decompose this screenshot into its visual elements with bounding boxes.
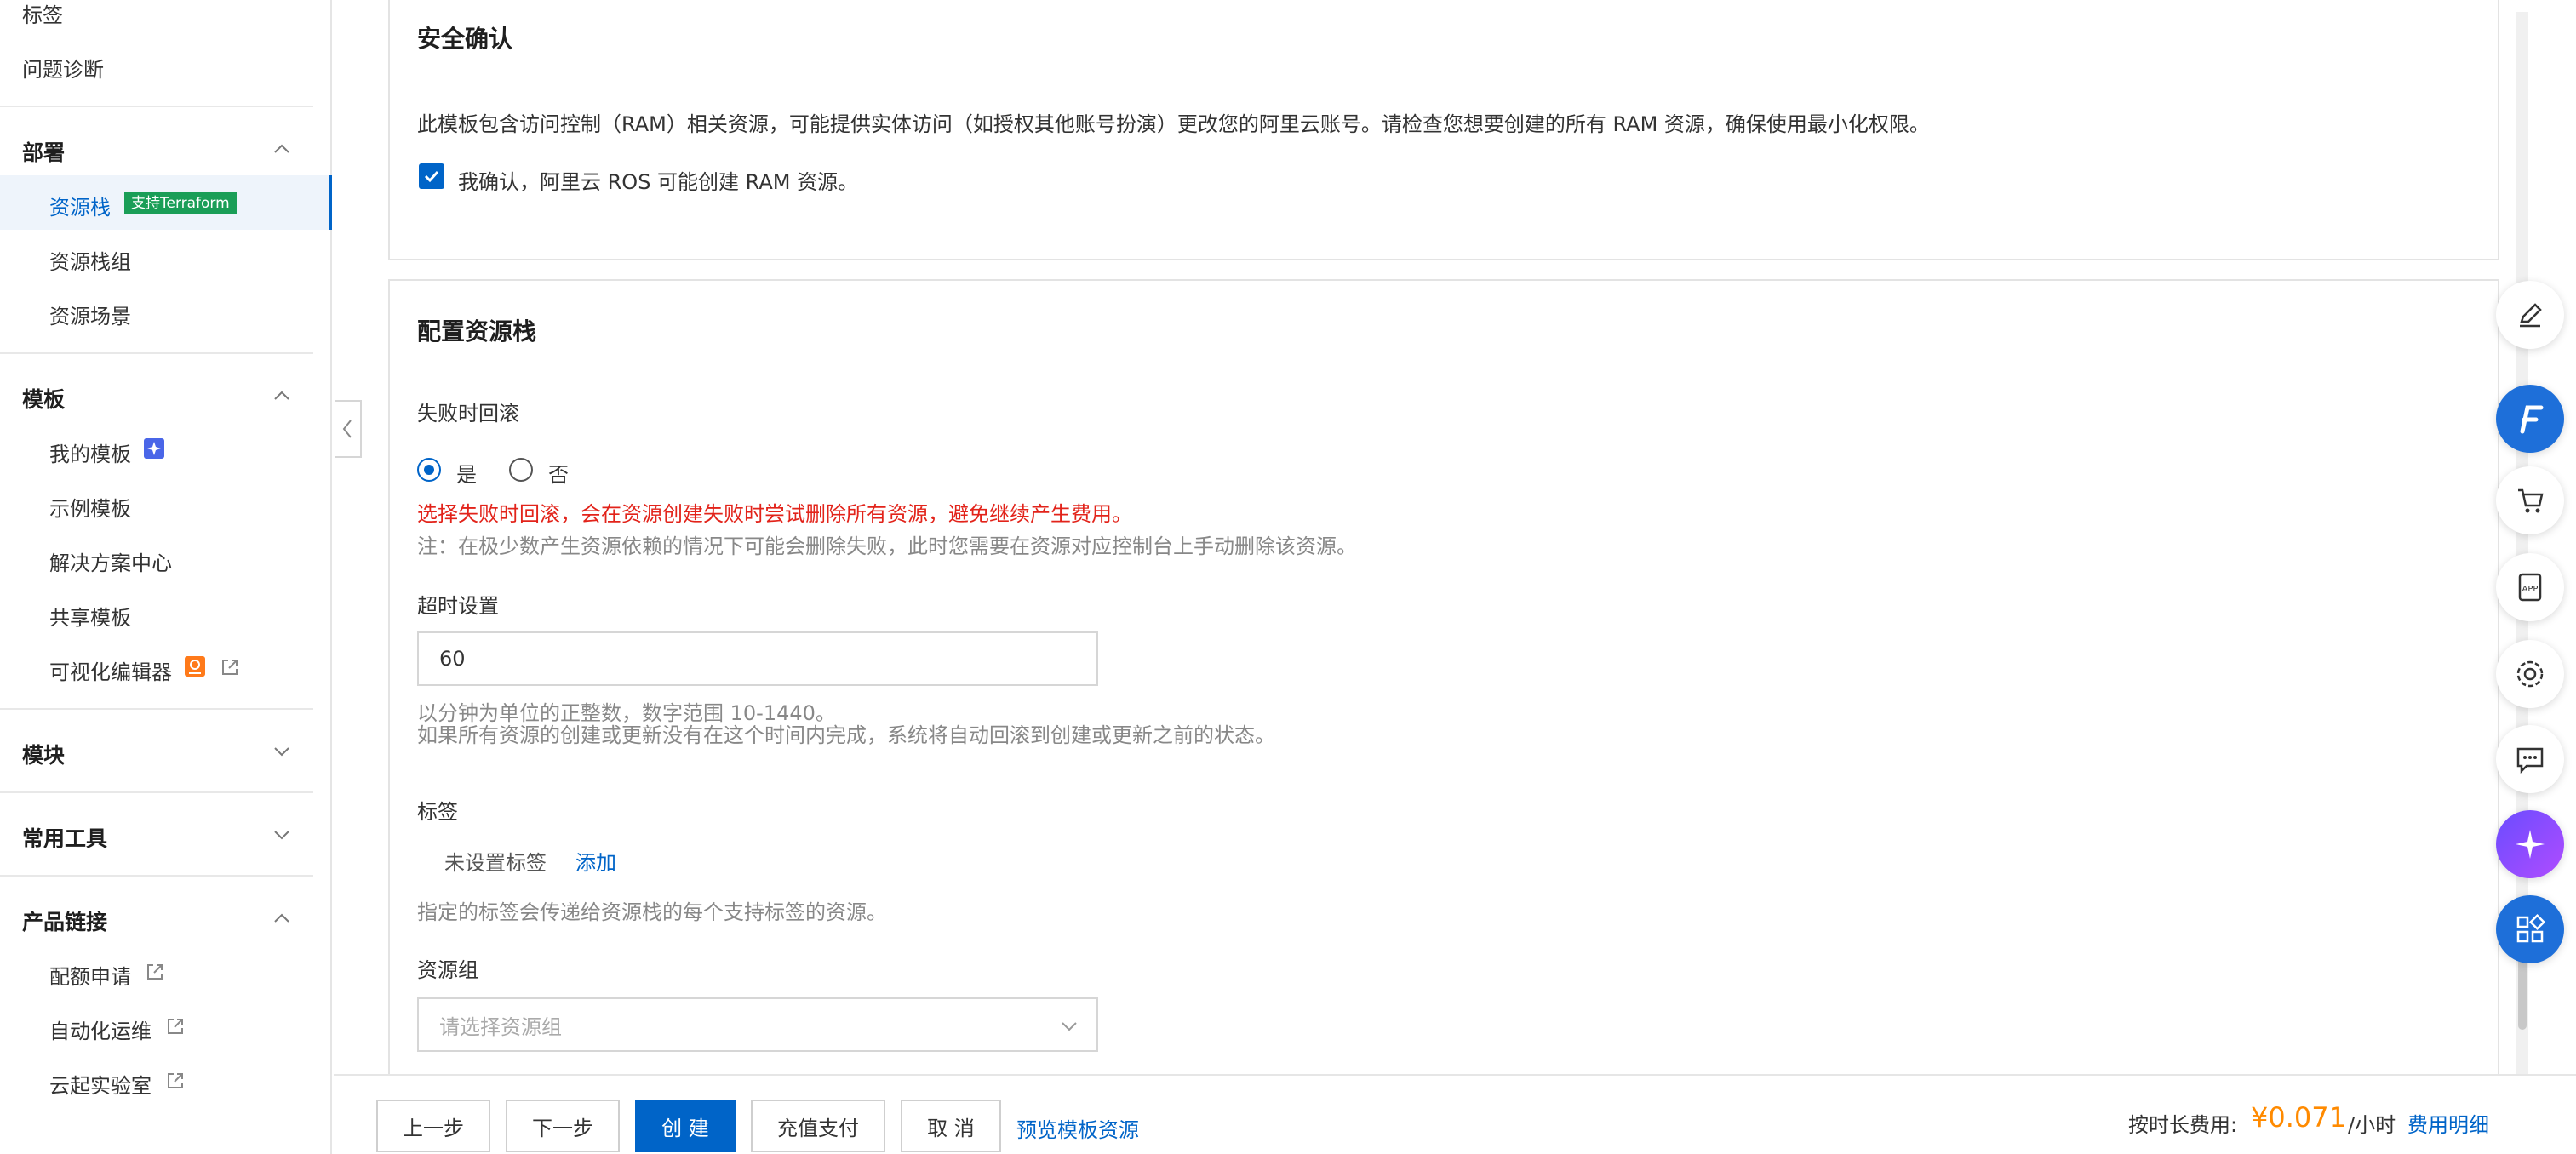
apps-grid-icon bbox=[2516, 913, 2546, 943]
sidebar-collapse-button[interactable] bbox=[335, 400, 362, 458]
ai-assistant-button[interactable] bbox=[2496, 810, 2564, 878]
sidebar-divider bbox=[0, 352, 313, 354]
sidebar-divider bbox=[0, 875, 313, 877]
chevron-down-icon[interactable] bbox=[271, 740, 293, 763]
sidebar-item-visual-editor[interactable]: 可视化编辑器 bbox=[49, 655, 172, 685]
feedback-button[interactable] bbox=[2496, 725, 2564, 793]
cancel-button[interactable]: 取 消 bbox=[901, 1100, 1001, 1152]
fee-detail-link[interactable]: 费用明细 bbox=[2407, 1108, 2489, 1138]
tags-help: 指定的标签会传递给资源栈的每个支持标签的资源。 bbox=[417, 900, 887, 924]
sidebar-item-diagnosis[interactable]: 问题诊断 bbox=[22, 53, 104, 83]
rollback-note: 注：在极少数产生资源依赖的情况下可能会删除失败，此时您需要在资源对应控制台上手动… bbox=[417, 534, 1357, 558]
cart-button[interactable] bbox=[2496, 466, 2564, 534]
fee-label: 按时长费用: bbox=[2128, 1113, 2238, 1137]
sidebar-item-sample-templates[interactable]: 示例模板 bbox=[49, 492, 131, 522]
sidebar-group-links[interactable]: 产品链接 bbox=[22, 905, 107, 936]
resource-group-label: 资源组 bbox=[417, 958, 478, 982]
sidebar-item-quota[interactable]: 配额申请 bbox=[49, 960, 131, 990]
chevron-left-icon bbox=[342, 420, 352, 438]
cart-icon bbox=[2518, 488, 2544, 513]
next-step-button[interactable]: 下一步 bbox=[506, 1100, 620, 1152]
ram-confirm-label[interactable]: 我确认，阿里云 ROS 可能创建 RAM 资源。 bbox=[458, 165, 858, 195]
ram-confirm-checkbox[interactable] bbox=[419, 163, 444, 189]
chevron-down-icon[interactable] bbox=[271, 824, 293, 846]
security-description: 此模板包含访问控制（RAM）相关资源，可能提供实体访问（如授权其他账号扮演）更改… bbox=[417, 112, 1930, 136]
edit-tool-button[interactable] bbox=[2496, 281, 2564, 349]
sidebar-item-stack-groups[interactable]: 资源栈组 bbox=[49, 245, 131, 275]
rollback-yes-label[interactable]: 是 bbox=[456, 458, 477, 488]
assistant-f-icon bbox=[2520, 405, 2544, 434]
sidebar-group-deploy[interactable]: 部署 bbox=[22, 136, 65, 167]
settings-button[interactable] bbox=[2496, 640, 2564, 708]
prev-step-button[interactable]: 上一步 bbox=[376, 1100, 490, 1152]
svg-text:APP: APP bbox=[2522, 585, 2539, 594]
security-title: 安全确认 bbox=[417, 25, 513, 53]
tags-empty-text: 未设置标签 bbox=[444, 851, 547, 875]
sidebar-group-module[interactable]: 模块 bbox=[22, 739, 65, 769]
new-feature-icon bbox=[144, 438, 164, 459]
chevron-up-icon[interactable] bbox=[271, 907, 293, 929]
rollback-yes-radio[interactable] bbox=[417, 458, 441, 482]
rollback-label: 失败时回滚 bbox=[417, 402, 519, 426]
chevron-up-icon[interactable] bbox=[271, 385, 293, 407]
sidebar-divider bbox=[0, 106, 313, 107]
preview-template-resources-link[interactable]: 预览模板资源 bbox=[1016, 1113, 1139, 1143]
recharge-button[interactable]: 充值支付 bbox=[751, 1100, 885, 1152]
fee-unit: /小时 bbox=[2348, 1113, 2396, 1137]
sidebar-item-oos[interactable]: 自动化运维 bbox=[49, 1014, 152, 1044]
timeout-label: 超时设置 bbox=[417, 594, 499, 618]
ai-star-icon bbox=[2516, 830, 2545, 859]
sidebar-divider bbox=[0, 708, 313, 710]
edit-icon bbox=[2520, 303, 2542, 328]
timeout-input[interactable]: 60 bbox=[417, 631, 1098, 686]
resource-group-placeholder: 请选择资源组 bbox=[439, 1014, 562, 1039]
sidebar-divider bbox=[0, 791, 313, 793]
sidebar-item-solutions[interactable]: 解决方案中心 bbox=[49, 546, 172, 576]
create-button[interactable]: 创 建 bbox=[635, 1100, 736, 1152]
assistant-button[interactable] bbox=[2496, 385, 2564, 453]
timeout-value: 60 bbox=[439, 647, 466, 671]
terraform-badge: 支持Terraform bbox=[124, 192, 237, 214]
app-button[interactable]: APP bbox=[2496, 553, 2564, 621]
sidebar-item-lab[interactable]: 云起实验室 bbox=[49, 1069, 152, 1099]
config-stack-card: 配置资源栈 失败时回滚 是 否 选择失败时回滚，会在资源创建失败时尝试删除所有资… bbox=[388, 279, 2499, 1079]
external-link-icon[interactable] bbox=[145, 962, 165, 982]
external-link-icon[interactable] bbox=[165, 1016, 186, 1037]
sidebar: 标签 问题诊断 部署 资源栈 支持Terraform 资源栈组 资源场景 模板 … bbox=[0, 0, 332, 1154]
sidebar-item-stacks[interactable]: 资源栈 bbox=[49, 191, 111, 220]
add-tag-link[interactable]: 添加 bbox=[575, 846, 616, 876]
app-icon: APP bbox=[2518, 573, 2542, 602]
chevron-up-icon[interactable] bbox=[271, 138, 293, 160]
feedback-icon bbox=[2516, 747, 2544, 774]
tags-label: 标签 bbox=[417, 800, 458, 824]
check-icon bbox=[424, 170, 439, 183]
rollback-no-radio[interactable] bbox=[509, 458, 533, 482]
apps-grid-button[interactable] bbox=[2496, 895, 2564, 963]
rollback-no-label[interactable]: 否 bbox=[548, 458, 569, 488]
sidebar-item-tags[interactable]: 标签 bbox=[22, 0, 63, 28]
sidebar-group-template[interactable]: 模板 bbox=[22, 383, 65, 414]
sidebar-item-my-templates[interactable]: 我的模板 bbox=[49, 437, 131, 467]
external-link-icon[interactable] bbox=[165, 1071, 186, 1091]
settings-icon bbox=[2516, 660, 2544, 688]
timeout-help-rollback: 如果所有资源的创建或更新没有在这个时间内完成，系统将自动回滚到创建或更新之前的状… bbox=[417, 723, 1275, 747]
config-title: 配置资源栈 bbox=[417, 317, 537, 346]
resource-group-select[interactable]: 请选择资源组 bbox=[417, 997, 1098, 1052]
fee-value: ¥0.071 bbox=[2251, 1101, 2346, 1134]
external-link-icon[interactable] bbox=[220, 657, 240, 677]
sidebar-item-scenarios[interactable]: 资源场景 bbox=[49, 300, 131, 329]
security-confirm-card: 安全确认 此模板包含访问控制（RAM）相关资源，可能提供实体访问（如授权其他账号… bbox=[388, 0, 2499, 260]
sidebar-item-shared-templates[interactable]: 共享模板 bbox=[49, 601, 131, 631]
editor-badge-icon bbox=[185, 656, 205, 677]
sidebar-group-tools[interactable]: 常用工具 bbox=[22, 822, 107, 853]
rollback-warning: 选择失败时回滚，会在资源创建失败时尝试删除所有资源，避免继续产生费用。 bbox=[417, 502, 1132, 526]
chevron-down-icon bbox=[1062, 1022, 1077, 1031]
